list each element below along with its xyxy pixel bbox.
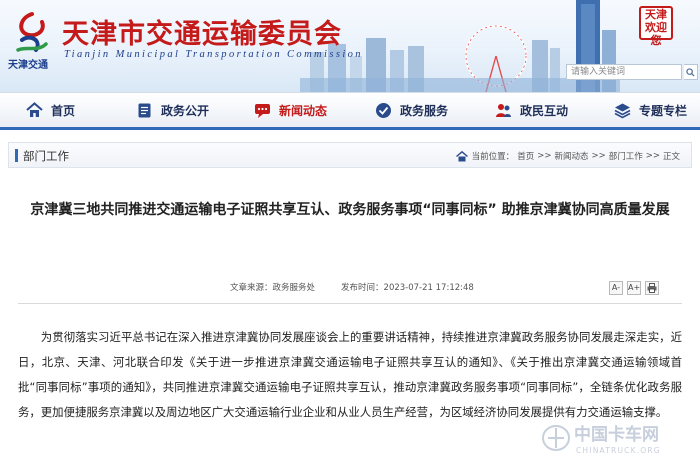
breadcrumb-link-news[interactable]: 新闻动态 [554, 150, 588, 162]
article-title: 京津冀三地共同推进交通运输电子证照共享互认、政务服务事项“同事同标” 助推京津冀… [30, 202, 670, 218]
nav-item-news[interactable]: 新闻动态 [254, 93, 327, 128]
logo-caption: 天津交通 [8, 60, 48, 71]
document-icon [138, 103, 151, 118]
published-label: 发布时间： [341, 283, 384, 293]
nav-item-government-services[interactable]: 政务服务 [375, 93, 448, 128]
breadcrumb-link-department[interactable]: 部门工作 [609, 150, 643, 162]
source-label: 文章来源： [230, 283, 273, 293]
nav-label: 首页 [51, 104, 76, 118]
breadcrumb-current: 正文 [662, 152, 680, 162]
article-source: 政务服务处 [272, 283, 316, 293]
chat-bubble-icon [255, 104, 270, 118]
font-size-tools: A- A+ [609, 281, 659, 295]
nav-label: 政民互动 [520, 104, 569, 118]
site-title[interactable]: 天津市交通运输委员会 [62, 12, 342, 51]
printer-icon [647, 283, 657, 293]
nav-label: 专题专栏 [639, 104, 688, 118]
breadcrumb-prefix: 当前位置： [471, 152, 515, 162]
breadcrumb-separator: >> [645, 151, 660, 161]
section-title: 部门工作 [23, 149, 69, 163]
article-body-paragraph: 为贯彻落实习近平总书记在深入推进京津冀协同发展座谈会上的重要讲话精神，持续推进京… [18, 330, 682, 419]
increase-font-button[interactable]: A+ [627, 281, 641, 295]
watermark-text-cn: 中国卡车网 [574, 424, 659, 445]
nav-label: 政务公开 [161, 104, 210, 118]
breadcrumb-bar: 部门工作 当前位置： 首页 >> 新闻动态 >> 部门工作 >> 正文 [8, 142, 692, 168]
chinatruck-watermark-logo: 中国卡车网 CHINATRUCK.ORG [542, 424, 661, 455]
print-button[interactable] [645, 281, 659, 295]
breadcrumb-link-home[interactable]: 首页 [517, 150, 534, 162]
nav-item-public-interaction[interactable]: 政民互动 [495, 93, 568, 128]
published-time: 2023-07-21 17:12:48 [383, 283, 474, 293]
breadcrumb-separator: >> [537, 151, 552, 161]
meta-divider [18, 303, 682, 304]
nav-item-home[interactable]: 首页 [26, 93, 75, 128]
welcome-seal-logo: 天津 欢迎您 [639, 6, 673, 47]
breadcrumb: 当前位置： 首页 >> 新闻动态 >> 部门工作 >> 正文 [455, 150, 683, 162]
layers-icon [614, 103, 631, 119]
nav-item-government-affairs[interactable]: 政务公开 [136, 93, 209, 128]
tianjin-transport-logo-icon[interactable] [12, 10, 52, 56]
site-header-banner: 天津交通 天津市交通运输委员会 Tianjin Municipal Transp… [0, 0, 700, 92]
search-button[interactable] [684, 64, 698, 80]
watermark-text-en: CHINATRUCK.ORG [576, 446, 661, 455]
home-icon [455, 150, 468, 161]
users-icon [496, 104, 511, 117]
decrease-font-button[interactable]: A- [609, 281, 623, 295]
search-input[interactable]: 请输入关键词 [566, 64, 682, 80]
breadcrumb-separator: >> [591, 151, 606, 161]
nav-item-special-topics[interactable]: 专题专栏 [614, 93, 687, 128]
home-icon [26, 102, 43, 117]
search-icon [686, 67, 695, 77]
main-navigation: 首页 政务公开 新闻动态 政务服务 政民互动 专题专栏 [0, 92, 700, 130]
service-icon [376, 103, 391, 118]
nav-label: 政务服务 [400, 104, 449, 118]
nav-label: 新闻动态 [279, 104, 328, 118]
article-meta: 文章来源：政务服务处 发布时间：2023-07-21 17:12:48 [230, 281, 474, 293]
section-marker [15, 149, 18, 162]
site-subtitle: Tianjin Municipal Transportation Commiss… [64, 49, 363, 60]
